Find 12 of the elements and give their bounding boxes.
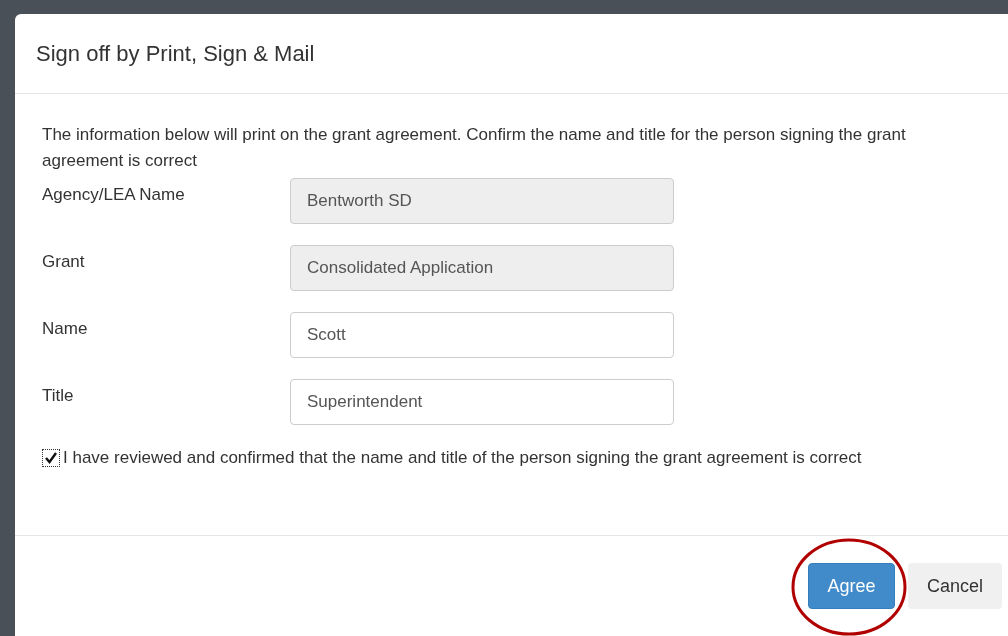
cancel-button[interactable]: Cancel [908, 563, 1002, 609]
field-label: Name [42, 318, 89, 340]
dialog-title: Sign off by Print, Sign & Mail [36, 40, 315, 68]
agree-button[interactable]: Agree [808, 563, 895, 609]
input-field[interactable]: Superintendent [290, 379, 674, 425]
input-field[interactable]: Scott [290, 312, 674, 358]
field-label: Title [42, 385, 75, 407]
field-label: Agency/LEA Name [42, 184, 186, 206]
intro-text: The information below will print on the grant agreement. Confirm the name and title for the person signing the grant agreement is correct [42, 124, 907, 172]
field-label: Grant [42, 251, 86, 273]
checkbox[interactable] [42, 448, 60, 467]
checkbox-label: I have reviewed and confirmed that the name and title of the person signing the grant agreement is correct [63, 447, 862, 469]
